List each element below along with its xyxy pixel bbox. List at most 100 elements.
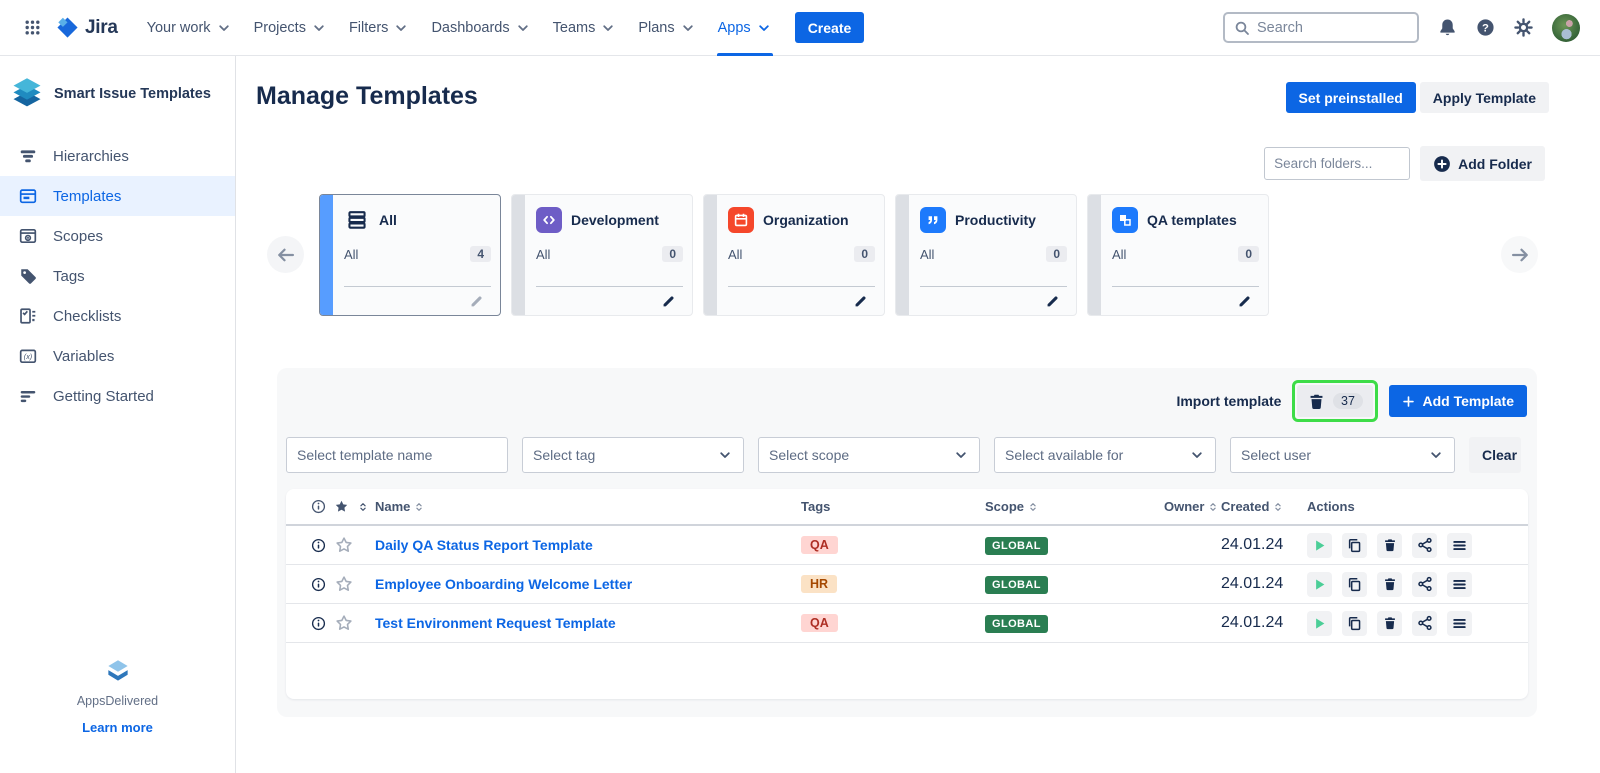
folder-card-footer [536, 286, 683, 315]
plus-icon [1402, 395, 1415, 408]
app-switcher-icon[interactable] [16, 12, 48, 44]
apply-template-button[interactable]: Apply Template [1420, 82, 1549, 113]
created-date: 24.01.24 [1221, 614, 1307, 632]
sidebar-item-1[interactable]: Templates [0, 176, 235, 216]
template-name-link[interactable]: Daily QA Status Report Template [375, 537, 801, 553]
nav-item-2[interactable]: Filters [338, 0, 420, 56]
import-template-link[interactable]: Import template [1176, 393, 1281, 409]
notifications-icon[interactable] [1438, 18, 1457, 37]
column-header-0[interactable]: Name [375, 499, 801, 514]
copy-template-button[interactable] [1342, 572, 1367, 597]
learn-more-link[interactable]: Learn more [82, 720, 153, 735]
folder-card-2[interactable]: Organization All 0 [703, 194, 885, 316]
primary-nav: Your work Projects Filters Dashboards [136, 0, 783, 56]
table-row: Test Environment Request Template QA GLO… [286, 604, 1528, 643]
copy-template-button[interactable] [1342, 533, 1367, 558]
column-header-5[interactable]: Actions [1307, 499, 1503, 514]
more-actions-button[interactable] [1447, 533, 1472, 558]
folder-card-0[interactable]: All All 4 [319, 194, 501, 316]
settings-icon[interactable] [1514, 18, 1533, 37]
folder-card-4[interactable]: QA templates All 0 [1087, 194, 1269, 316]
sidebar-item-6[interactable]: Getting Started [0, 376, 235, 416]
share-template-button[interactable] [1412, 572, 1437, 597]
template-trash-button[interactable]: 37 [1297, 385, 1373, 417]
column-header-2[interactable]: Scope [985, 499, 1164, 514]
run-template-button[interactable] [1307, 533, 1332, 558]
add-folder-button[interactable]: Add Folder [1420, 146, 1545, 181]
edit-pencil-icon[interactable] [662, 294, 676, 308]
info-icon[interactable] [311, 616, 326, 631]
create-button[interactable]: Create [795, 12, 865, 43]
share-template-button[interactable] [1412, 611, 1437, 636]
template-name-link[interactable]: Test Environment Request Template [375, 615, 801, 631]
info-icon[interactable] [311, 538, 326, 553]
set-preinstalled-button[interactable]: Set preinstalled [1286, 82, 1416, 113]
folder-card-stripe [1088, 195, 1101, 315]
folder-card-body: QA templates All 0 [1101, 195, 1268, 315]
filter-select-3[interactable]: Select user [1230, 437, 1455, 473]
clear-filters-button[interactable]: Clear [1469, 437, 1521, 473]
sidebar-item-3[interactable]: Tags [0, 256, 235, 296]
edit-pencil-icon[interactable] [1238, 294, 1252, 308]
copy-template-button[interactable] [1342, 611, 1367, 636]
folder-card-footer [728, 286, 875, 315]
sidebar-item-icon: (x) [17, 347, 38, 365]
global-search[interactable] [1223, 12, 1419, 43]
carousel-prev-button[interactable] [267, 236, 304, 273]
share-template-button[interactable] [1412, 533, 1437, 558]
nav-item-6[interactable]: Apps [707, 0, 783, 56]
sidebar-item-4[interactable]: Checklists [0, 296, 235, 336]
delete-template-button[interactable] [1377, 611, 1402, 636]
jira-brand[interactable]: Jira [56, 16, 118, 39]
sidebar-item-5[interactable]: (x) Variables [0, 336, 235, 376]
folder-search-input[interactable] [1264, 147, 1410, 180]
user-avatar[interactable] [1552, 14, 1580, 42]
filter-select-0[interactable]: Select tag [522, 437, 744, 473]
column-header-3[interactable]: Owner [1164, 499, 1221, 514]
table-header: Name Tags Scope [286, 489, 1528, 526]
add-template-button[interactable]: Add Template [1389, 385, 1527, 417]
copy-icon [1347, 616, 1362, 631]
app-title: Smart Issue Templates [54, 86, 211, 102]
nav-item-label: Apps [718, 20, 751, 36]
delete-template-button[interactable] [1377, 533, 1402, 558]
filter-select-1[interactable]: Select scope [758, 437, 980, 473]
nav-item-1[interactable]: Projects [243, 0, 338, 56]
more-actions-button[interactable] [1447, 611, 1472, 636]
nav-item-3[interactable]: Dashboards [420, 0, 541, 56]
run-template-button[interactable] [1307, 572, 1332, 597]
edit-pencil-icon[interactable] [470, 294, 484, 308]
carousel-next-button[interactable] [1501, 236, 1538, 273]
star-icon[interactable] [334, 499, 349, 514]
search-input[interactable] [1257, 20, 1387, 36]
star-icon[interactable] [335, 614, 353, 632]
folder-card-3[interactable]: Productivity All 0 [895, 194, 1077, 316]
folder-card-stripe [896, 195, 909, 315]
delete-template-button[interactable] [1377, 572, 1402, 597]
sidebar-item-0[interactable]: Hierarchies [0, 136, 235, 176]
column-header-4[interactable]: Created [1221, 499, 1307, 514]
star-icon[interactable] [335, 536, 353, 554]
run-template-button[interactable] [1307, 611, 1332, 636]
trash-icon [1383, 616, 1397, 630]
template-name-link[interactable]: Employee Onboarding Welcome Letter [375, 576, 801, 592]
scope-badge: GLOBAL [985, 537, 1048, 555]
edit-pencil-icon[interactable] [1046, 294, 1060, 308]
edit-pencil-icon[interactable] [854, 294, 868, 308]
info-icon[interactable] [311, 577, 326, 592]
sort-icon[interactable] [357, 501, 369, 513]
star-icon[interactable] [335, 575, 353, 593]
nav-item-0[interactable]: Your work [136, 0, 243, 56]
nav-item-5[interactable]: Plans [627, 0, 706, 56]
more-actions-button[interactable] [1447, 572, 1472, 597]
nav-item-4[interactable]: Teams [542, 0, 628, 56]
column-header-label: Name [375, 499, 410, 514]
filter-bar: Select tag Select scope Select available… [286, 437, 1528, 473]
filter-select-2[interactable]: Select available for [994, 437, 1216, 473]
product-name: Jira [85, 17, 118, 39]
template-name-filter-input[interactable] [286, 437, 508, 473]
column-header-1[interactable]: Tags [801, 499, 985, 514]
folder-card-1[interactable]: Development All 0 [511, 194, 693, 316]
sidebar-item-2[interactable]: Scopes [0, 216, 235, 256]
help-icon[interactable]: ? [1476, 18, 1495, 37]
